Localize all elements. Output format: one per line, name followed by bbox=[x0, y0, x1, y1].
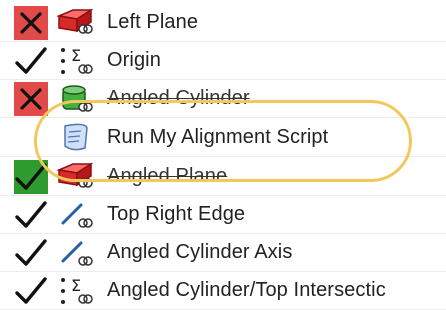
tree-item-run-my-alignment-script[interactable]: Run My Alignment Script bbox=[0, 119, 446, 157]
tree-item-label: Angled Cylinder bbox=[107, 87, 250, 109]
script-icon bbox=[54, 121, 96, 155]
cylinder-icon bbox=[54, 82, 96, 116]
suppressed-check-icon bbox=[14, 159, 48, 194]
tree-item-angled-cylinder[interactable]: Angled Cylinder bbox=[0, 80, 446, 118]
tree-item-label: Top Right Edge bbox=[107, 203, 246, 225]
tree-item-angled-plane[interactable]: Angled Plane bbox=[0, 158, 446, 196]
checkmark-icon bbox=[14, 44, 48, 78]
tree-item-label: Angled Plane bbox=[107, 165, 228, 187]
tree-item-label: Run My Alignment Script bbox=[107, 126, 329, 148]
svg-text:Σ: Σ bbox=[71, 46, 81, 65]
failed-x-icon bbox=[14, 5, 48, 40]
checkmark-icon bbox=[14, 236, 48, 270]
feature-tree: Left Plane Σ Origin Angled Cylinder Run … bbox=[0, 0, 446, 310]
tree-item-angled-cylinder-axis[interactable]: Angled Cylinder Axis bbox=[0, 234, 446, 272]
plane-icon bbox=[54, 160, 96, 194]
failed-x-icon bbox=[14, 81, 48, 116]
tree-item-label: Origin bbox=[107, 49, 161, 71]
tree-item-left-plane[interactable]: Left Plane bbox=[0, 4, 446, 42]
tree-item-label: Left Plane bbox=[107, 11, 199, 33]
edge-icon bbox=[54, 198, 96, 232]
origin-icon: Σ bbox=[54, 274, 96, 308]
plane-icon bbox=[54, 6, 96, 40]
origin-icon: Σ bbox=[54, 44, 96, 78]
tree-item-angled-cylinder-top-intersection[interactable]: Σ Angled Cylinder/Top Intersectic bbox=[0, 272, 446, 310]
checkmark-icon bbox=[14, 198, 48, 232]
tree-item-label: Angled Cylinder Axis bbox=[107, 241, 293, 263]
axis-icon bbox=[54, 236, 96, 270]
checkmark-icon bbox=[14, 274, 48, 308]
tree-item-label: Angled Cylinder/Top Intersectic bbox=[107, 279, 386, 301]
svg-text:Σ: Σ bbox=[71, 276, 81, 295]
tree-item-origin[interactable]: Σ Origin bbox=[0, 42, 446, 80]
tree-item-top-right-edge[interactable]: Top Right Edge bbox=[0, 196, 446, 234]
